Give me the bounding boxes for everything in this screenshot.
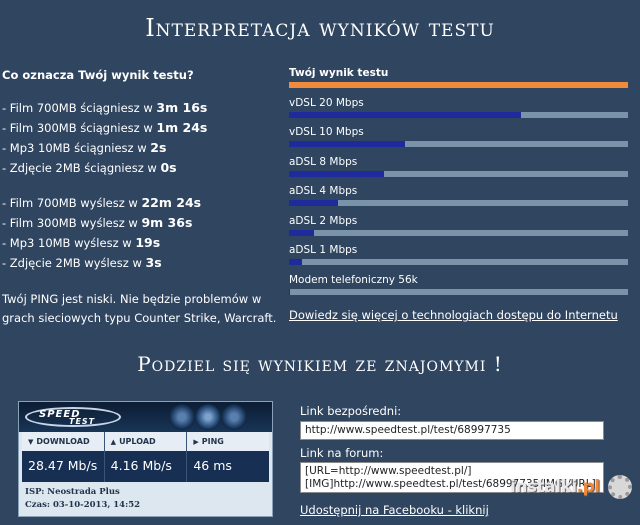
interpretation-question: Co oznacza Twój wynik testu? <box>2 68 194 82</box>
comparison-bar-fill <box>289 111 521 118</box>
download-row: - Zdjęcie 2MB ściągniesz w 0s <box>2 158 277 178</box>
forum-link-label: Link na forum: <box>300 446 384 460</box>
upload-row-text: - Zdjęcie 2MB wyślesz w <box>2 256 146 270</box>
speedtest-logo: SPEED TEST <box>25 406 121 428</box>
ping-result: ▶ PING 46 ms <box>187 432 270 482</box>
comparison-bar-label: Twój wynik testu <box>289 67 389 79</box>
upload-result: ▲ UPLOAD 4.16 Mb/s <box>104 432 188 482</box>
download-row-text: - Zdjęcie 2MB ściągniesz w <box>2 161 161 175</box>
upload-row: - Mp3 10MB wyślesz w 19s <box>2 233 277 253</box>
comparison-bar-track <box>289 141 628 147</box>
watermark-logo: instalki.pl <box>510 473 636 501</box>
comparison-bar-track <box>289 111 628 118</box>
test-time: Czas: 03-10-2013, 14:52 <box>25 500 141 510</box>
comparison-bar-label: aDSL 2 Mbps <box>289 214 358 227</box>
comparison-bar-item: aDSL 1 Mbps <box>289 243 629 273</box>
speedtest-result-widget: SPEED TEST ▼ DOWNLOAD 28.47 Mb/s ▲ UPLOAD … <box>18 401 273 517</box>
comparison-bar-label: aDSL 1 Mbps <box>289 244 358 256</box>
download-row: - Film 700MB ściągniesz w 3m 16s <box>2 98 277 118</box>
comparison-bar-fill <box>289 259 302 265</box>
direct-link-label: Link bezpośredni: <box>300 404 402 418</box>
gauge-graphic <box>169 404 247 430</box>
download-row-text: - Mp3 10MB ściągniesz w <box>2 141 151 155</box>
comparison-bar-label: aDSL 8 Mbps <box>289 155 358 168</box>
upload-row: - Zdjęcie 2MB wyślesz w 3s <box>2 253 277 273</box>
upload-value: 4.16 Mb/s <box>110 458 172 473</box>
comparison-bar-label: vDSL 20 Mbps <box>289 96 364 109</box>
upload-row-value: 3s <box>145 255 162 270</box>
download-result: ▼ DOWNLOAD 28.47 Mb/s <box>22 432 105 482</box>
comparison-bar-label: vDSL 10 Mbps <box>289 126 364 138</box>
gear-icon <box>608 475 632 499</box>
ping-value: 46 ms <box>193 458 232 473</box>
upload-label: UPLOAD <box>119 437 156 446</box>
comparison-bar-track <box>289 200 628 206</box>
page-title: Interpretacja wyników testu <box>145 14 495 42</box>
ping-label: PING <box>201 437 224 446</box>
comparison-bar-fill <box>289 288 290 295</box>
arrow-up-icon: ▲ <box>110 438 117 446</box>
comparison-bar-fill <box>289 229 314 236</box>
comparison-bar-label: Modem telefoniczny 56k <box>289 273 418 286</box>
watermark-text: instalki <box>510 477 577 497</box>
comparison-bar-track <box>289 288 628 295</box>
comparison-bar-label: aDSL 4 Mbps <box>289 185 358 197</box>
comparison-bar-item: vDSL 10 Mbps <box>289 125 629 155</box>
upload-row-value: 22m 24s <box>141 195 202 210</box>
comparison-bar-item: aDSL 8 Mbps <box>289 155 629 185</box>
logo-text-bottom: TEST <box>69 417 96 426</box>
speed-comparison-bars: Twój wynik testu vDSL 20 Mbps vDSL 10 Mbps… <box>289 66 629 302</box>
comparison-bar-track <box>289 170 628 177</box>
comparison-bar-fill <box>289 170 384 177</box>
comparison-bar-fill <box>289 82 628 88</box>
download-row-text: - Film 700MB ściągniesz w <box>2 101 157 115</box>
upload-row-text: - Film 300MB wyślesz w <box>2 216 142 230</box>
arrow-right-icon: ▶ <box>193 438 199 446</box>
upload-row-text: - Mp3 10MB wyślesz w <box>2 236 136 250</box>
download-row-value: 1m 24s <box>156 120 208 135</box>
comparison-bar-track <box>289 82 628 88</box>
technology-info-link[interactable]: Dowiedz się więcej o technologiach dostę… <box>289 308 618 322</box>
download-label: DOWNLOAD <box>36 437 90 446</box>
comparison-bar-fill <box>289 200 338 206</box>
upload-row-value: 9m 36s <box>141 215 193 230</box>
comparison-bar-item: aDSL 2 Mbps <box>289 214 629 244</box>
comparison-bar-fill <box>289 141 405 147</box>
download-row: - Film 300MB ściągniesz w 1m 24s <box>2 118 277 138</box>
isp-info: ISP: Neostrada Plus <box>25 487 120 497</box>
upload-row-value: 19s <box>135 235 161 250</box>
comparison-bar-track <box>289 259 628 265</box>
comparison-bar-item: Modem telefoniczny 56k <box>289 273 629 303</box>
download-row: - Mp3 10MB ściągniesz w 2s <box>2 138 277 158</box>
comparison-bar-item: Twój wynik testu <box>289 66 629 96</box>
share-title: Podziel się wynikiem ze znajomymi ! <box>137 352 503 376</box>
upload-row-text: - Film 700MB wyślesz w <box>2 196 142 210</box>
interpretation-panel: Co oznacza Twój wynik testu? - Film 700M… <box>2 67 277 328</box>
direct-link-field[interactable]: http://www.speedtest.pl/test/68997735 <box>300 421 604 440</box>
comparison-bar-item: aDSL 4 Mbps <box>289 184 629 214</box>
comparison-bar-track <box>289 229 628 236</box>
ping-description: Twój PING jest niski. Nie będzie problem… <box>2 292 277 325</box>
comparison-bar-item: vDSL 20 Mbps <box>289 96 629 126</box>
download-row-value: 2s <box>150 140 167 155</box>
download-row-text: - Film 300MB ściągniesz w <box>2 121 157 135</box>
widget-footer: ISP: Neostrada Plus Czas: 03-10-2013, 14… <box>19 482 272 516</box>
upload-row: - Film 700MB wyślesz w 22m 24s <box>2 193 277 213</box>
watermark-domain: .pl <box>576 477 600 497</box>
download-row-value: 3m 16s <box>156 100 208 115</box>
arrow-down-icon: ▼ <box>28 438 34 446</box>
download-value: 28.47 Mb/s <box>28 458 98 473</box>
widget-header: SPEED TEST <box>19 402 272 432</box>
facebook-share-link[interactable]: Udostępnij na Facebooku - kliknij <box>300 503 489 517</box>
download-row-value: 0s <box>160 160 177 175</box>
widget-results: ▼ DOWNLOAD 28.47 Mb/s ▲ UPLOAD 4.16 Mb/s ▶… <box>22 432 270 482</box>
upload-row: - Film 300MB wyślesz w 9m 36s <box>2 213 277 233</box>
